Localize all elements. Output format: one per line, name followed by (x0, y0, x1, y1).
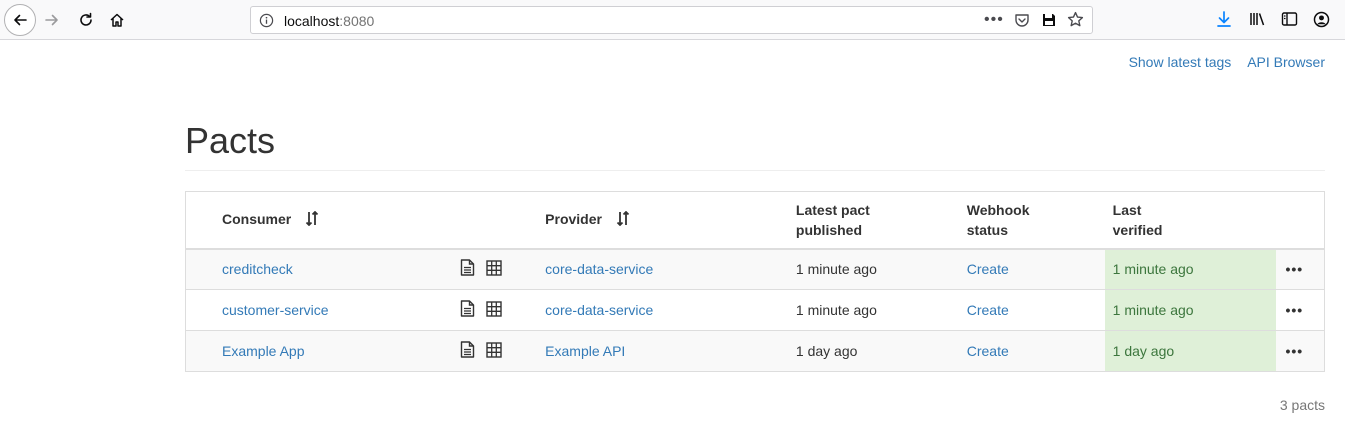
last-verified-header: Last verified (1104, 191, 1277, 250)
pocket-icon[interactable] (1014, 12, 1030, 33)
matrix-table-icon[interactable] (486, 341, 502, 361)
provider-link[interactable]: Example API (545, 343, 625, 359)
pact-document-icon[interactable] (460, 300, 475, 320)
provider-header-label: Provider (545, 210, 602, 227)
sort-icon[interactable] (305, 210, 319, 231)
page-actions-icon[interactable]: ••• (984, 11, 1004, 29)
table-row: Example App Example API 1 day ago Create… (185, 330, 1325, 372)
provider-link[interactable]: core-data-service (545, 302, 653, 318)
provider-link[interactable]: core-data-service (545, 261, 653, 277)
table-row: creditcheck core-data-service 1 minute a… (185, 248, 1325, 290)
matrix-table-icon[interactable] (486, 300, 502, 320)
webhook-cell: Create (966, 248, 1105, 290)
browser-toolbar: localhost:8080 ••• (0, 0, 1345, 40)
consumer-header[interactable]: Consumer (185, 191, 461, 250)
pact-count: 3 pacts (1279, 397, 1325, 413)
url-bar[interactable]: localhost:8080 ••• (250, 6, 1093, 34)
provider-cell: core-data-service (545, 248, 796, 290)
create-webhook-link[interactable]: Create (967, 343, 1009, 359)
save-icon[interactable] (1041, 12, 1057, 33)
matrix-table-icon[interactable] (486, 260, 502, 279)
api-browser-link[interactable]: API Browser (1247, 54, 1325, 70)
pact-document-icon[interactable] (460, 341, 475, 361)
published-cell: 1 minute ago (795, 248, 967, 290)
last-verified-header-line2: verified (1112, 221, 1163, 238)
actions-cell (460, 248, 546, 290)
page-title: Pacts (185, 120, 276, 161)
last-verified-cell: 1 day ago (1104, 330, 1277, 372)
row-menu-icon[interactable]: ••• (1276, 248, 1325, 290)
pacts-table: Consumer Provider Latest pact published … (185, 191, 1325, 372)
webhook-cell: Create (966, 330, 1105, 372)
show-latest-tags-link[interactable]: Show latest tags (1129, 54, 1232, 70)
latest-pact-header-line1: Latest pact (795, 201, 870, 218)
latest-pact-header: Latest pact published (795, 191, 967, 250)
library-icon[interactable] (1249, 11, 1267, 32)
row-menu-icon[interactable]: ••• (1276, 330, 1325, 372)
published-cell: 1 minute ago (795, 289, 967, 331)
home-icon[interactable] (103, 6, 131, 34)
last-verified-cell: 1 minute ago (1104, 248, 1277, 290)
consumer-link[interactable]: customer-service (222, 302, 329, 318)
provider-cell: core-data-service (545, 289, 796, 331)
consumer-header-label: Consumer (222, 210, 292, 227)
provider-cell: Example API (545, 330, 796, 372)
create-webhook-link[interactable]: Create (967, 261, 1009, 277)
url-text[interactable]: localhost:8080 (284, 13, 374, 29)
sidebar-icon[interactable] (1281, 11, 1298, 32)
consumer-cell: creditcheck (185, 248, 461, 290)
forward-icon[interactable] (38, 6, 66, 34)
menu-header (1276, 191, 1325, 250)
header-links: Show latest tags API Browser (1117, 54, 1325, 70)
account-icon[interactable] (1313, 11, 1330, 33)
title-divider (185, 170, 1325, 171)
consumer-cell: Example App (185, 330, 461, 372)
table-header-row: Consumer Provider Latest pact published … (185, 191, 1325, 250)
webhook-cell: Create (966, 289, 1105, 331)
url-host: localhost (284, 13, 340, 29)
table-row: customer-service core-data-service 1 min… (185, 289, 1325, 331)
bookmark-star-icon[interactable] (1067, 11, 1084, 33)
consumer-link[interactable]: creditcheck (222, 261, 293, 277)
consumer-cell: customer-service (185, 289, 461, 331)
download-icon[interactable] (1216, 11, 1232, 33)
last-verified-header-line1: Last (1112, 201, 1142, 218)
latest-pact-header-line2: published (795, 221, 863, 238)
actions-header (460, 191, 546, 250)
pact-document-icon[interactable] (460, 259, 475, 279)
webhook-header: Webhook status (966, 191, 1105, 250)
actions-cell (460, 330, 546, 372)
sort-icon[interactable] (616, 210, 630, 231)
back-icon[interactable] (4, 4, 36, 36)
provider-header[interactable]: Provider (545, 191, 796, 250)
actions-cell (460, 289, 546, 331)
webhook-header-line1: Webhook (966, 201, 1030, 218)
site-info-icon[interactable] (259, 13, 274, 33)
row-menu-icon[interactable]: ••• (1276, 289, 1325, 331)
last-verified-cell: 1 minute ago (1104, 289, 1277, 331)
published-cell: 1 day ago (795, 330, 967, 372)
webhook-header-line2: status (966, 221, 1008, 238)
consumer-link[interactable]: Example App (222, 343, 305, 359)
create-webhook-link[interactable]: Create (967, 302, 1009, 318)
reload-icon[interactable] (72, 6, 100, 34)
url-port: :8080 (339, 13, 375, 29)
